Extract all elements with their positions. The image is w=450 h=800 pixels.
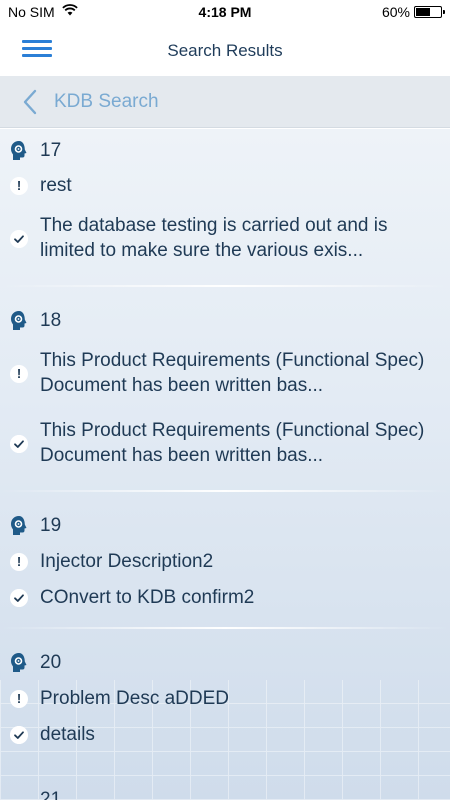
chevron-left-icon — [23, 89, 37, 115]
solution-row: This Product Requirements (Functional Sp… — [0, 418, 450, 470]
result-id-row: 17 — [0, 138, 450, 164]
solution-row: COnvert to KDB confirm2 — [0, 585, 450, 611]
checkmark-icon — [10, 589, 28, 607]
back-label: KDB Search — [54, 91, 159, 112]
problem-text: Problem Desc aDDED — [40, 688, 229, 709]
exclamation-icon: ! — [10, 365, 28, 383]
result-id-row: 19 — [0, 513, 450, 539]
solution-text: COnvert to KDB confirm2 — [40, 587, 255, 608]
divider — [0, 627, 450, 629]
result-id-row: 20 — [0, 650, 450, 676]
checkmark-icon — [10, 726, 28, 744]
solution-row: details — [0, 722, 450, 748]
result-id-row: 18 — [0, 308, 450, 334]
result-id: 21 — [40, 789, 62, 800]
divider — [0, 490, 450, 492]
battery-icon — [414, 6, 445, 18]
problem-row: ! Injector Description2 — [0, 549, 450, 575]
checkmark-icon — [10, 435, 28, 453]
head-gear-icon — [11, 516, 27, 535]
problem-row: ! rest — [0, 173, 450, 199]
problem-row: ! This Product Requirements (Functional … — [0, 348, 450, 400]
head-gear-icon — [11, 141, 27, 160]
divider — [0, 285, 450, 287]
problem-text: rest — [40, 175, 72, 196]
problem-text: This Product Requirements (Functional Sp… — [40, 350, 425, 396]
result-id-row: 21 — [0, 787, 450, 800]
page-title: Search Results — [167, 41, 283, 60]
checkmark-icon — [10, 230, 28, 248]
back-button[interactable]: KDB Search — [22, 88, 159, 116]
solution-text: The database testing is carried out and … — [40, 215, 388, 261]
solution-text: details — [40, 724, 95, 745]
solution-row: The database testing is carried out and … — [0, 213, 450, 265]
problem-text: Injector Description2 — [40, 551, 214, 572]
exclamation-icon: ! — [10, 177, 28, 195]
nav-bar: Search Results — [0, 24, 450, 76]
solution-text: This Product Requirements (Functional Sp… — [40, 420, 425, 466]
result-id: 20 — [40, 652, 62, 673]
exclamation-icon: ! — [10, 690, 28, 708]
sub-header: KDB Search — [0, 76, 450, 128]
result-id: 18 — [40, 310, 62, 331]
head-gear-icon — [11, 653, 27, 672]
problem-row: ! Problem Desc aDDED — [0, 686, 450, 712]
status-bar: No SIM 4:18 PM 60% — [0, 0, 450, 24]
battery-level — [416, 8, 430, 16]
result-id: 19 — [40, 515, 62, 536]
results-list[interactable]: 17 ! rest The database testing is carrie… — [0, 129, 450, 800]
exclamation-icon: ! — [10, 553, 28, 571]
result-id: 17 — [40, 140, 62, 161]
battery-percent: 60% — [381, 4, 410, 20]
head-gear-icon — [11, 311, 27, 330]
